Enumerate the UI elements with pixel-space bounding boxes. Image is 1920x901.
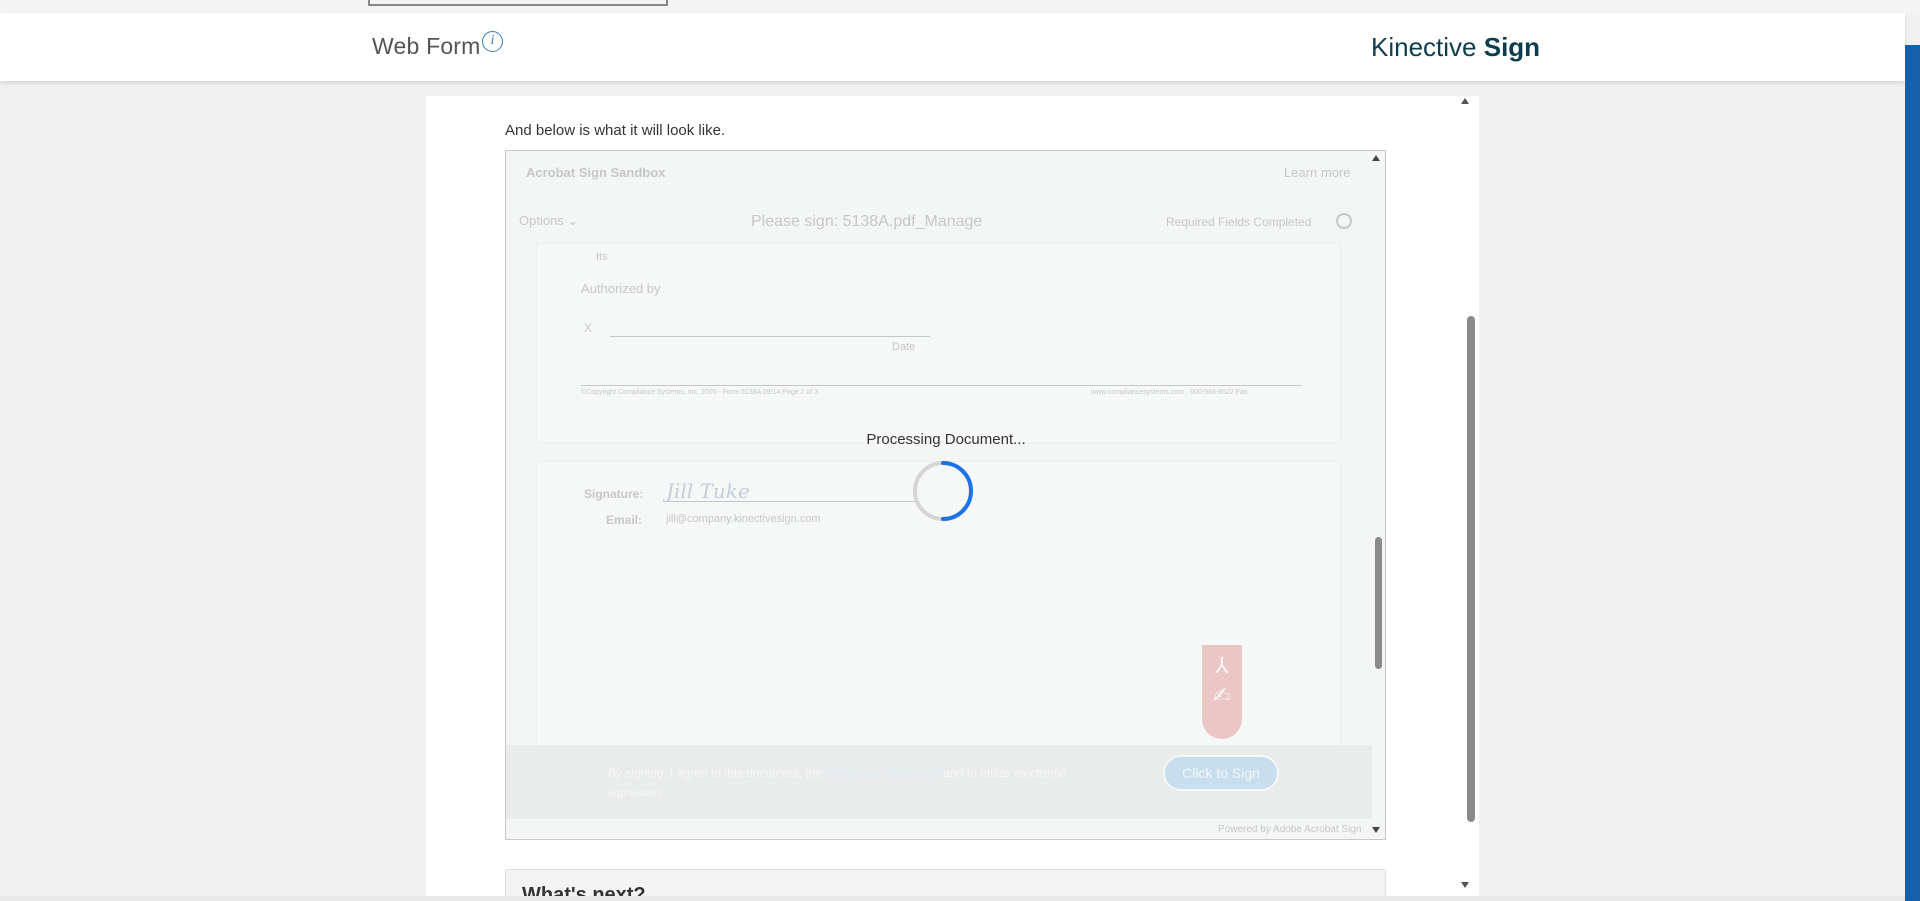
page-footer-rule [581, 385, 1301, 386]
frame-scroll-down-arrow[interactable] [1372, 827, 1380, 833]
signature-value: Jill Tuke [666, 479, 750, 503]
right-accent-bar [1905, 45, 1920, 901]
powered-by-text: Powered by Adobe Acrobat Sign [1218, 824, 1362, 835]
email-label: Email: [606, 513, 643, 527]
top-strip [0, 0, 1920, 13]
page-scrollbar-thumb[interactable] [1467, 316, 1475, 822]
consent-text: By signing, I agree to this document, th… [608, 764, 1088, 802]
content-panel: And below is what it will look like. Acr… [426, 96, 1479, 901]
brand-logo: Kinective Sign [1371, 32, 1540, 63]
intro-text: And below is what it will look like. [505, 122, 726, 139]
page-title: Web Form [372, 33, 481, 59]
consumer-disclosure-link[interactable]: Consumer Disclosure [825, 766, 940, 780]
check-circle-icon [1336, 213, 1352, 229]
options-menu[interactable]: Options ⌄ [519, 213, 578, 229]
page-footer-left: ©Copyright Compliance Systems, Inc. 2005… [581, 389, 819, 396]
consent-text-before: By signing, I agree to this document, th… [608, 766, 826, 780]
signature-underline [666, 501, 916, 502]
page-scroll-down-arrow[interactable] [1461, 882, 1469, 888]
loading-spinner-icon [913, 461, 973, 521]
signature-line [610, 336, 930, 337]
required-fields-status: Required Fields Completed [1166, 215, 1312, 229]
date-label: Date [892, 341, 916, 353]
document-page [536, 243, 1341, 443]
brand-name-light: Kinective [1371, 32, 1477, 62]
frame-app-name: Acrobat Sign Sandbox [526, 165, 666, 180]
info-icon[interactable]: i [482, 31, 503, 52]
acrobat-badge: ⅄ ✍ [1202, 645, 1242, 739]
sign-pen-icon: ✍ [1212, 683, 1232, 708]
click-to-sign-button[interactable]: Click to Sign [1163, 755, 1279, 791]
signature-label: Signature: [584, 487, 644, 501]
document-title: Please sign: 5138A.pdf_Manage [751, 213, 983, 230]
frame-scrollbar-thumb[interactable] [1375, 537, 1382, 669]
email-value: jill@company.kinectivesign.com [666, 513, 821, 525]
acrobat-logo-icon: ⅄ [1215, 653, 1229, 678]
page-its-label: Its [596, 251, 608, 263]
authorized-by-label: Authorized by [581, 281, 661, 296]
brand-name-bold: Sign [1483, 32, 1541, 62]
top-input-edge [368, 0, 668, 6]
processing-message: Processing Document... [866, 431, 1026, 448]
page-scroll-up-arrow[interactable] [1461, 98, 1469, 104]
app-header: Web Form i Kinective Sign [0, 13, 1905, 81]
learn-more-link[interactable]: Learn more [1284, 165, 1350, 180]
signature-x-mark: X [584, 321, 593, 335]
bottom-strip [0, 896, 1905, 901]
document-preview-frame[interactable]: Acrobat Sign Sandbox Learn more Options … [505, 150, 1386, 840]
frame-scroll-up-arrow[interactable] [1372, 155, 1380, 161]
page-footer-right: www.compliancesystems.com · 800-968-8522… [1091, 389, 1248, 396]
sign-action-bar: By signing, I agree to this document, th… [506, 745, 1372, 819]
